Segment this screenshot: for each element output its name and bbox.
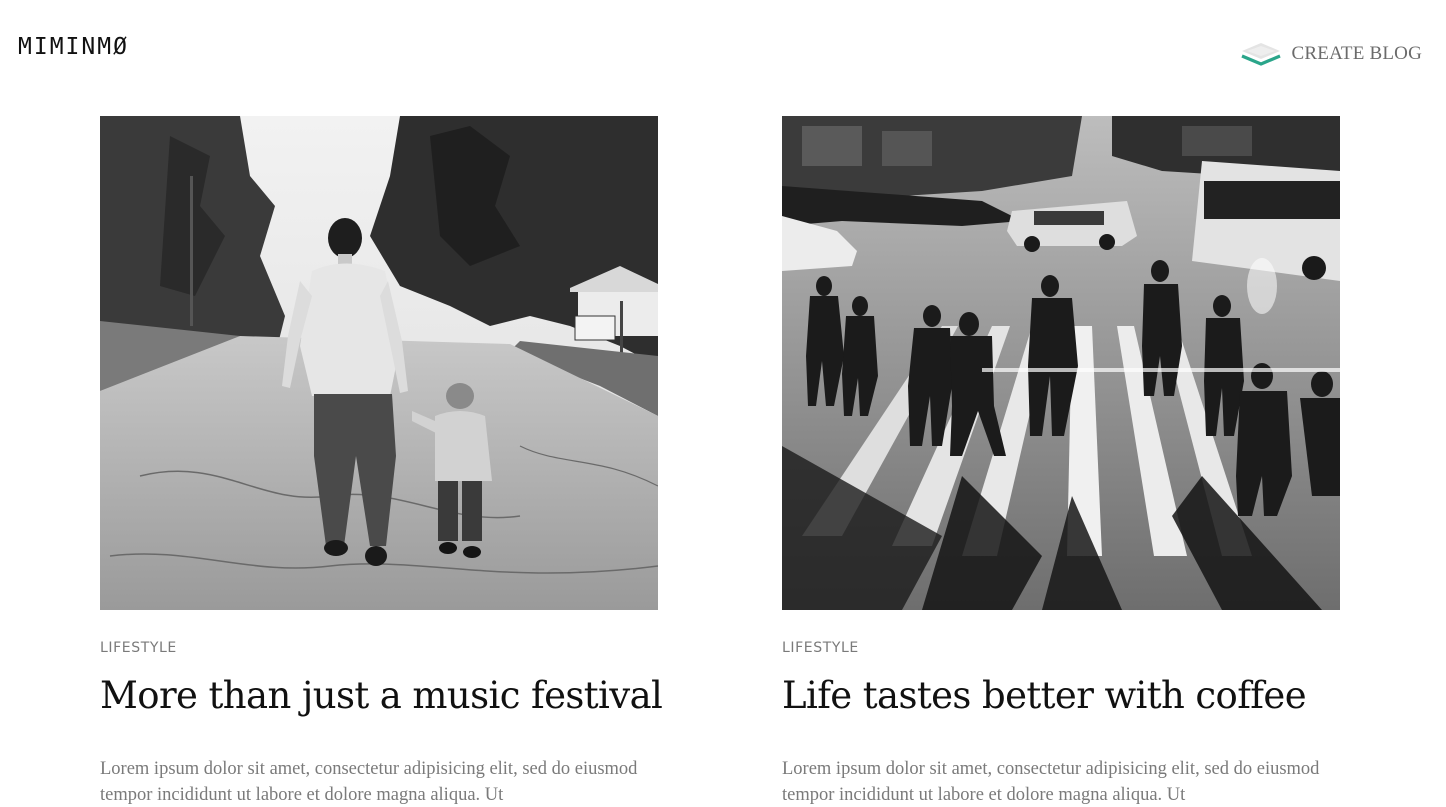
post-title[interactable]: Life tastes better with coffee (782, 672, 1340, 720)
post-excerpt: Lorem ipsum dolor sit amet, consectetur … (100, 759, 638, 805)
city-crossing-photo (782, 116, 1340, 610)
post-excerpt: Lorem ipsum dolor sit amet, consectetur … (782, 759, 1320, 805)
post-card: LIFESTYLE More than just a music festiva… (100, 116, 663, 807)
post-category[interactable]: LIFESTYLE (100, 640, 658, 656)
create-blog-label: CREATE BLOG (1291, 43, 1422, 64)
post-card: LIFESTYLE Life tastes better with coffee… (782, 116, 1340, 807)
post-image[interactable] (782, 116, 1340, 610)
site-logo[interactable]: MIMINMØ (18, 33, 129, 61)
post-category[interactable]: LIFESTYLE (782, 640, 1340, 656)
father-son-photo (100, 116, 658, 610)
post-title[interactable]: More than just a music festival (100, 672, 663, 720)
create-blog-button[interactable]: CREATE BLOG (1238, 40, 1422, 68)
layers-icon (1240, 43, 1281, 66)
post-image[interactable] (100, 116, 658, 610)
